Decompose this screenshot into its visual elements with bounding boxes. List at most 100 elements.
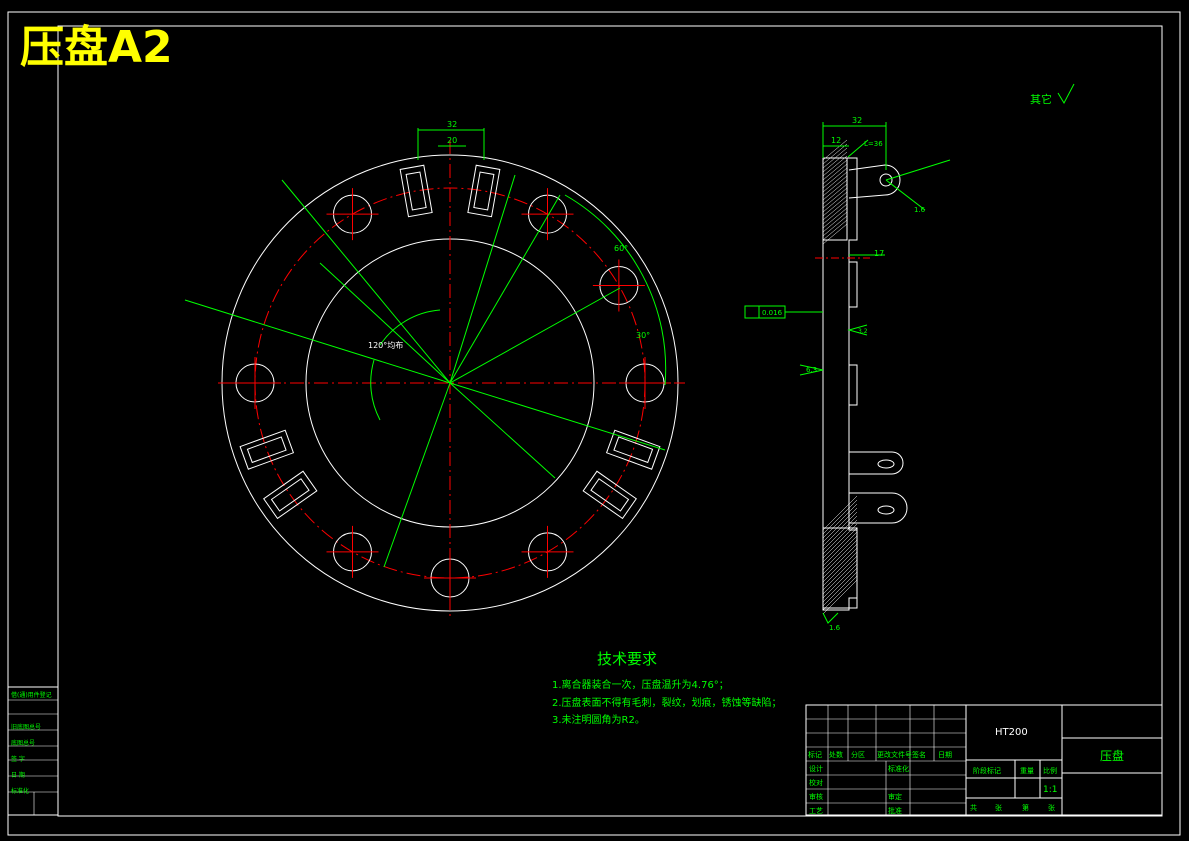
angle-120-label: 120°均布 — [368, 340, 403, 350]
dim-slot-inner: 20 — [447, 136, 457, 145]
bolt-holes — [229, 188, 671, 604]
hatch-line — [822, 167, 848, 189]
flatness-value: 0.016 — [762, 309, 783, 317]
title-block: 标记 处数 分区 更改文件号 签名 日期设计校对审核工艺标准化审定批准 HT200 压盘 … — [805, 704, 1163, 816]
sheet-title: 压盘A2 — [20, 22, 173, 73]
hatch-line — [822, 223, 848, 245]
slot — [467, 164, 501, 218]
hatch-line — [822, 163, 848, 185]
tb-row-label: 校对 — [809, 778, 823, 787]
roughness-63: 6.3 — [806, 366, 817, 374]
tb-header-cell: 处数 — [829, 750, 843, 759]
tech-req-heading: 技术要求 — [597, 650, 657, 668]
slot — [605, 429, 661, 470]
hatch-line — [822, 143, 848, 165]
leader-line — [383, 382, 451, 568]
scale-value: 1:1 — [1043, 785, 1057, 795]
slot — [582, 470, 637, 520]
dim-slot-outer: 32 — [447, 120, 457, 129]
tb-row-label: 工艺 — [809, 807, 823, 815]
hatch-line — [822, 155, 848, 177]
tb-right-label: 标准化 — [888, 764, 909, 773]
tb-header-cell: 分区 — [851, 750, 865, 759]
hatch-line — [822, 195, 848, 217]
drawing-sheet: 压盘A2 32 20 120°均布 60° 30° 32 12 17 L=36 … — [0, 0, 1189, 841]
side-block-frame — [7, 686, 59, 816]
dim-side-depth: 17 — [874, 249, 884, 258]
tech-req-item: 2.压盘表面不得有毛刺，裂纹，划痕，锈蚀等缺陷； — [552, 696, 782, 709]
flatness-symbol-box — [744, 305, 760, 319]
lug-hole — [877, 505, 895, 515]
slot-outline — [582, 470, 637, 520]
angle-60-label: 60° — [614, 244, 628, 253]
leader-line — [319, 262, 451, 384]
hatch-line — [822, 211, 848, 233]
slot-inner — [405, 171, 427, 211]
hatch-line — [822, 187, 848, 209]
outer-border — [7, 11, 1181, 836]
angle-arc — [370, 359, 381, 421]
side-label: 签 字 — [11, 755, 25, 763]
hatch-line — [822, 203, 848, 225]
tech-req-item: 1.离合器装合一次，压盘温升为4.76°； — [552, 678, 729, 691]
hatch-line — [822, 199, 848, 221]
sheet-info-2: 第 — [1022, 803, 1029, 812]
angle-arc — [379, 309, 441, 346]
tb-row-label: 审核 — [809, 792, 823, 801]
dim-side-step: 12 — [831, 136, 841, 145]
side-label: 旧底图总号 — [11, 723, 41, 731]
side-block: 借(通)用件登记旧底图总号底图总号签 字日 期标准化 — [7, 686, 59, 816]
lug-mid — [849, 451, 904, 475]
dim-side-total: 32 — [852, 116, 862, 125]
section-hatching — [822, 139, 858, 615]
tb-right-label: 批准 — [888, 806, 902, 815]
sheet-info-0: 共 — [970, 803, 977, 812]
tb-row-label: 设计 — [809, 764, 823, 773]
roughness-32: 3.2 — [858, 328, 868, 335]
side-slot — [848, 261, 858, 308]
side-label: 借(通)用件登记 — [11, 691, 52, 699]
slot-inner — [613, 436, 654, 464]
slot-inner — [246, 436, 287, 464]
hatch-bottom — [822, 527, 858, 609]
front-view: 32 20 120°均布 60° 30° — [184, 120, 685, 620]
lug-roughness: 1.6 — [914, 206, 926, 214]
leader-line — [449, 382, 556, 479]
angle-30-label: 30° — [636, 331, 650, 340]
slot — [399, 164, 433, 218]
hatch-line — [822, 171, 848, 193]
slot — [239, 429, 295, 470]
leader-line — [449, 194, 561, 384]
leader-line — [184, 299, 451, 384]
side-label: 底图总号 — [11, 739, 35, 747]
weight-label: 重量 — [1020, 767, 1034, 775]
slot-inner — [590, 478, 630, 512]
side-label: 标准化 — [11, 787, 29, 795]
lug-hole — [877, 459, 895, 469]
roughness-note: 其它 — [1030, 92, 1052, 106]
stage-label: 阶段标记 — [973, 766, 1001, 775]
tb-header-cell: 标记 — [808, 750, 822, 759]
tb-header-cell: 更改文件号 — [877, 750, 912, 759]
hatch-line — [822, 183, 848, 205]
tech-req-item: 3.未注明圆角为R2。 — [552, 713, 645, 726]
roughness-bottom: 1.6 — [829, 624, 841, 632]
scale-label: 比例 — [1043, 766, 1057, 775]
leader-line — [449, 382, 666, 451]
hatch-line — [822, 175, 848, 197]
hatch-line — [822, 219, 848, 241]
tb-right-label: 审定 — [888, 792, 902, 801]
side-slot — [848, 364, 858, 406]
slot-inner — [473, 171, 495, 211]
hatch-line — [822, 207, 848, 229]
tb-header-cell: 签名 — [912, 750, 926, 759]
hatch-line — [822, 179, 848, 201]
roughness-symbol — [822, 612, 839, 624]
hatch-line — [822, 151, 848, 173]
lug-low — [849, 492, 908, 524]
chamfer-label: L=36 — [864, 140, 883, 148]
hatch-line — [822, 191, 848, 213]
part-name: 压盘 — [1100, 748, 1124, 763]
tb-header-cell: 日期 — [938, 751, 952, 759]
sheet-info-1: 张 — [995, 803, 1002, 812]
